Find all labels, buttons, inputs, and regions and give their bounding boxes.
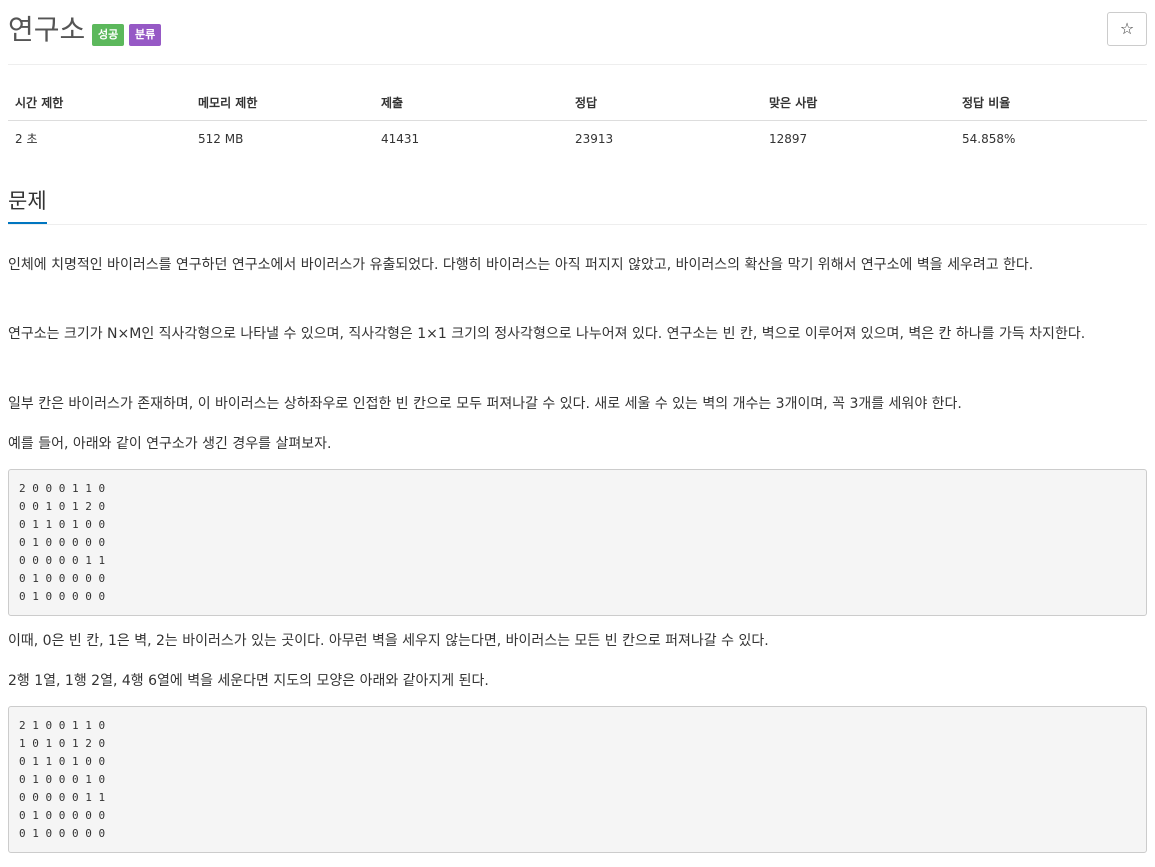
problem-info-table: 시간 제한 메모리 제한 제출 정답 맞은 사람 정답 비율 2 초 512 M… <box>8 86 1147 157</box>
code-line: 0 0 0 0 0 1 1 <box>19 554 106 567</box>
section-title-problem: 문제 <box>8 184 47 224</box>
code-line: 0 1 0 0 0 0 0 <box>19 572 106 585</box>
code-line: 0 0 0 0 0 1 1 <box>19 791 106 804</box>
code-line: 0 1 1 0 1 0 0 <box>19 755 106 768</box>
value-memory-limit: 512 MB <box>198 132 244 146</box>
example-grid-codeblock: 2 0 0 0 1 1 0 0 0 1 0 1 2 0 0 1 1 0 1 0 … <box>8 469 1147 616</box>
value-accepted: 23913 <box>575 132 614 146</box>
walled-grid-codeblock: 2 1 0 0 1 1 0 1 0 1 0 1 2 0 0 1 1 0 1 0 … <box>8 706 1147 853</box>
favorite-star-button[interactable]: ☆ <box>1107 12 1147 46</box>
table-header-row: 시간 제한 메모리 제한 제출 정답 맞은 사람 정답 비율 <box>8 86 1147 121</box>
code-line: 0 1 0 0 0 1 0 <box>19 773 106 786</box>
value-solved-users: 12897 <box>769 132 808 146</box>
header-accept-ratio: 정답 비율 <box>962 96 1011 110</box>
section-header: 문제 <box>8 184 1147 225</box>
code-line: 2 1 0 0 1 1 0 <box>19 719 106 732</box>
category-badge[interactable]: 분류 <box>129 24 162 46</box>
code-line: 0 1 0 0 0 0 0 <box>19 536 106 549</box>
code-line: 0 0 1 0 1 2 0 <box>19 500 106 513</box>
header-solved-users: 맞은 사람 <box>769 96 818 110</box>
problem-paragraph: 예를 들어, 아래와 같이 연구소가 생긴 경우를 살펴보자. <box>8 436 332 452</box>
header-divider <box>8 64 1147 65</box>
problem-paragraph: 2행 1열, 1행 2열, 4행 6열에 벽을 세운다면 지도의 모양은 아래와… <box>8 673 489 689</box>
value-accept-ratio: 54.858% <box>962 132 1016 146</box>
problem-title: 연구소 <box>8 13 86 46</box>
problem-page: 연구소 성공 분류 ☆ 시간 제한 메모리 제한 제출 정답 맞은 사람 정답 … <box>0 0 1155 867</box>
header-accepted: 정답 <box>575 96 598 110</box>
code-line: 0 1 0 0 0 0 0 <box>19 809 106 822</box>
header-submissions: 제출 <box>381 96 404 110</box>
header-memory-limit: 메모리 제한 <box>198 96 258 110</box>
code-line: 0 1 0 0 0 0 0 <box>19 827 106 840</box>
code-line: 1 0 1 0 1 2 0 <box>19 737 106 750</box>
problem-paragraph: 연구소는 크기가 N×M인 직사각형으로 나타낼 수 있으며, 직사각형은 1×… <box>8 326 1086 342</box>
problem-paragraph: 일부 칸은 바이러스가 존재하며, 이 바이러스는 상하좌우로 인접한 빈 칸으… <box>8 396 962 412</box>
problem-paragraph: 인체에 치명적인 바이러스를 연구하던 연구소에서 바이러스가 유출되었다. 다… <box>8 257 1034 273</box>
code-line: 0 1 0 0 0 0 0 <box>19 590 106 603</box>
problem-paragraph: 이때, 0은 빈 칸, 1은 벽, 2는 바이러스가 있는 곳이다. 아무런 벽… <box>8 633 769 649</box>
code-line: 2 0 0 0 1 1 0 <box>19 482 106 495</box>
table-row: 2 초 512 MB 41431 23913 12897 54.858% <box>8 121 1147 157</box>
problem-header: 연구소 성공 분류 ☆ <box>8 8 1147 64</box>
value-submissions: 41431 <box>381 132 420 146</box>
value-time-limit: 2 초 <box>15 132 38 146</box>
star-icon: ☆ <box>1119 19 1135 38</box>
header-time-limit: 시간 제한 <box>15 96 64 110</box>
code-line: 0 1 1 0 1 0 0 <box>19 518 106 531</box>
status-badge-success[interactable]: 성공 <box>92 24 125 46</box>
